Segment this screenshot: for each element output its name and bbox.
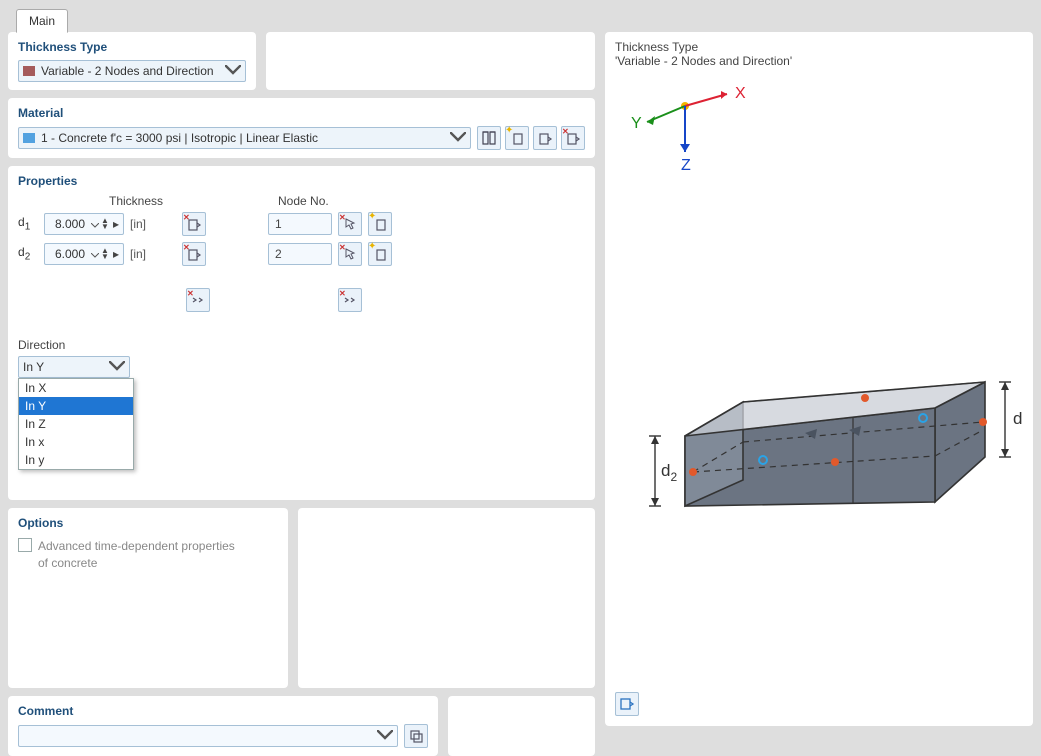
star-icon: ✦ — [368, 241, 376, 252]
svg-text:X: X — [735, 85, 746, 102]
blank-panel-options — [298, 508, 595, 688]
chevron-down-icon — [89, 247, 101, 261]
material-title: Material — [18, 106, 585, 120]
material-edit-button[interactable] — [533, 126, 557, 150]
x-icon: ✕ — [187, 289, 194, 298]
node1-pick-button[interactable]: ✕ — [338, 212, 362, 236]
material-value: 1 - Concrete f'c = 3000 psi | Isotropic … — [41, 131, 450, 145]
direction-option-in-x[interactable]: In X — [19, 379, 133, 397]
direction-popup: In X In Y In Z In x In y — [18, 378, 134, 470]
node-clear-all-button[interactable]: ✕ — [338, 288, 362, 312]
d2-unit: [in] — [130, 247, 146, 261]
d2-pick-button[interactable]: ✕ — [182, 242, 206, 266]
properties-title: Properties — [18, 174, 585, 188]
thickness-header: Thickness — [18, 194, 228, 208]
x-icon: ✕ — [339, 213, 346, 222]
d1-unit: [in] — [130, 217, 146, 231]
x-icon: ✕ — [183, 213, 190, 222]
material-new-button[interactable]: ✦ — [505, 126, 529, 150]
chevron-down-icon — [109, 360, 125, 374]
star-icon: ✦ — [368, 211, 376, 222]
preview-title: Thickness Type — [615, 40, 1023, 54]
x-icon: ✕ — [562, 127, 569, 136]
thickness-type-dropdown[interactable]: Variable - 2 Nodes and Direction — [18, 60, 246, 82]
export-icon — [619, 696, 635, 712]
comment-dropdown[interactable] — [18, 725, 398, 747]
direction-option-in-y[interactable]: In Y — [19, 397, 133, 415]
material-dropdown[interactable]: 1 - Concrete f'c = 3000 psi | Isotropic … — [18, 127, 471, 149]
direction-value: In Y — [23, 360, 109, 374]
advanced-concrete-checkbox[interactable] — [18, 538, 32, 552]
d1-value: 8.000 — [51, 217, 89, 231]
direction-option-in-z[interactable]: In Z — [19, 415, 133, 433]
svg-text:d2: d2 — [661, 461, 677, 484]
tab-main[interactable]: Main — [16, 9, 68, 33]
book-icon — [481, 130, 497, 146]
material-swatch — [23, 133, 35, 143]
preview-export-button[interactable] — [615, 692, 639, 716]
x-icon: ✕ — [183, 243, 190, 252]
d2-label: d2 — [18, 245, 38, 262]
node2-new-button[interactable]: ✦ — [368, 242, 392, 266]
node2-pick-button[interactable]: ✕ — [338, 242, 362, 266]
node1-new-button[interactable]: ✦ — [368, 212, 392, 236]
d2-value-input[interactable]: 6.000 ▲▼ ▸ — [44, 243, 124, 265]
thickness-type-value: Variable - 2 Nodes and Direction — [41, 64, 225, 78]
spinner-icon[interactable]: ▲▼ — [101, 248, 111, 260]
thickness-type-swatch — [23, 66, 35, 76]
blank-panel-comment — [448, 696, 595, 756]
node2-input[interactable]: 2 — [268, 243, 332, 265]
chevron-down-icon — [377, 729, 393, 743]
chevron-down-icon — [225, 64, 241, 78]
d1-label: d1 — [18, 215, 38, 232]
advanced-concrete-label: Advanced time-dependent properties of co… — [38, 538, 238, 572]
thickness-type-title: Thickness Type — [18, 40, 246, 54]
svg-text:Y: Y — [631, 115, 642, 132]
node-header: Node No. — [268, 194, 392, 208]
play-icon[interactable]: ▸ — [111, 247, 121, 261]
direction-option-in-ly[interactable]: In y — [19, 451, 133, 469]
play-icon[interactable]: ▸ — [111, 217, 121, 231]
x-icon: ✕ — [339, 289, 346, 298]
d2-value: 6.000 — [51, 247, 89, 261]
x-icon: ✕ — [339, 243, 346, 252]
d1-value-input[interactable]: 8.000 ▲▼ ▸ — [44, 213, 124, 235]
comment-extra-button[interactable] — [404, 724, 428, 748]
preview-canvas: X Y Z — [615, 66, 1023, 686]
svg-text:Z: Z — [681, 157, 691, 174]
spinner-icon[interactable]: ▲▼ — [101, 218, 111, 230]
node1-input[interactable]: 1 — [268, 213, 332, 235]
material-library-button[interactable] — [477, 126, 501, 150]
d1-pick-button[interactable]: ✕ — [182, 212, 206, 236]
material-delete-button[interactable]: ✕ — [561, 126, 585, 150]
star-icon: ✦ — [505, 125, 513, 136]
comment-title: Comment — [18, 704, 428, 718]
direction-option-in-lx[interactable]: In x — [19, 433, 133, 451]
chevron-down-icon — [450, 131, 466, 145]
copy-icon — [408, 728, 424, 744]
blank-panel-top — [266, 32, 595, 90]
direction-title: Direction — [18, 338, 585, 352]
direction-dropdown[interactable]: In Y — [18, 356, 130, 378]
options-title: Options — [18, 516, 278, 530]
svg-text:d1: d1 — [1013, 409, 1023, 432]
chevron-down-icon — [89, 217, 101, 231]
document-arrow-icon — [537, 130, 553, 146]
thickness-clear-all-button[interactable]: ✕ — [186, 288, 210, 312]
